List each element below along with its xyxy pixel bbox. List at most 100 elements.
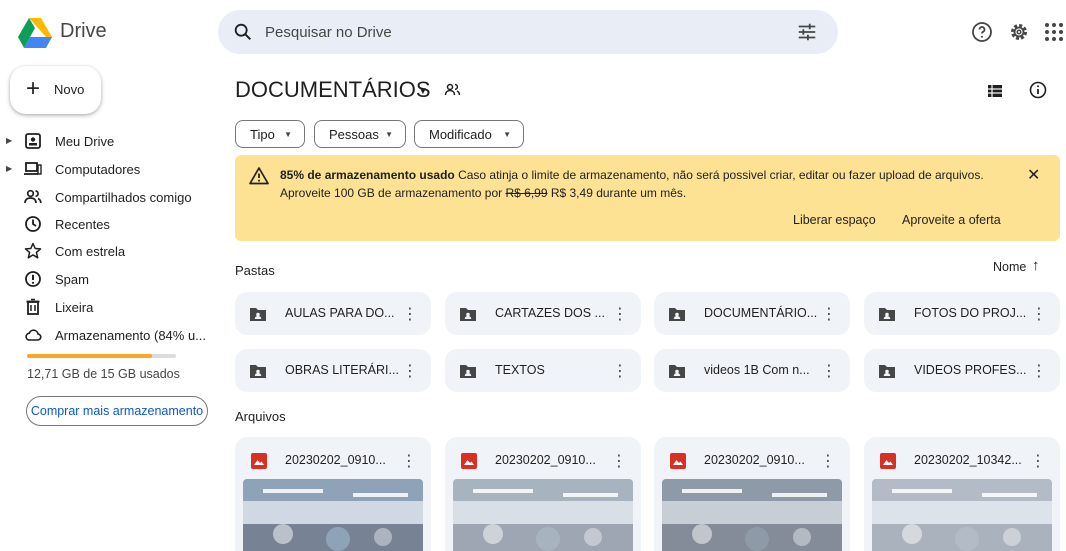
sidebar-item-recent[interactable]: Recentes bbox=[0, 211, 210, 237]
sidebar-item-trash[interactable]: Lixeira bbox=[0, 294, 210, 320]
filter-label: Tipo bbox=[250, 127, 275, 142]
my-drive-icon bbox=[25, 133, 41, 149]
folder-card[interactable]: DOCUMENTÁRIO... ⋮ bbox=[654, 292, 850, 335]
filter-type-chip[interactable]: Tipo ▼ bbox=[235, 120, 305, 148]
file-name: 20230202_0910... bbox=[495, 453, 596, 467]
more-options-icon[interactable]: ⋮ bbox=[401, 451, 417, 471]
page-title[interactable]: DOCUMENTÁRIOS bbox=[235, 77, 431, 103]
more-options-icon[interactable]: ⋮ bbox=[1031, 304, 1047, 324]
offer-price-text: R$ 3,49 durante um mês. bbox=[547, 186, 687, 200]
chevron-down-icon: ▼ bbox=[385, 130, 393, 139]
filter-modified-chip[interactable]: Modificado ▼ bbox=[414, 120, 524, 148]
search-icon[interactable] bbox=[232, 21, 254, 43]
sidebar-item-label: Computadores bbox=[55, 162, 141, 177]
more-options-icon[interactable]: ⋮ bbox=[611, 451, 627, 471]
storage-progress-bar bbox=[27, 354, 176, 358]
more-options-icon[interactable]: ⋮ bbox=[1031, 361, 1047, 381]
shared-folder-icon bbox=[460, 308, 476, 321]
sidebar-item-storage[interactable]: Armazenamento (84% u... bbox=[0, 322, 210, 348]
shared-folder-icon bbox=[669, 308, 685, 321]
help-icon[interactable] bbox=[970, 20, 994, 44]
sidebar-item-label: Recentes bbox=[55, 217, 110, 232]
spam-icon bbox=[25, 271, 41, 287]
folder-name: DOCUMENTÁRIO... bbox=[704, 306, 818, 320]
file-name: 20230202_0910... bbox=[704, 453, 805, 467]
banner-message: 85% de armazenamento usado Caso atinja o… bbox=[280, 168, 984, 182]
sidebar-item-label: Armazenamento (84% u... bbox=[55, 328, 207, 343]
files-section-label: Arquivos bbox=[235, 409, 286, 424]
shared-folder-icon[interactable] bbox=[443, 80, 463, 100]
new-button[interactable]: + Novo bbox=[10, 66, 101, 114]
shared-with-me-icon bbox=[24, 189, 42, 204]
buy-storage-button[interactable]: Comprar mais armazenamento bbox=[26, 396, 208, 426]
image-file-icon bbox=[251, 453, 267, 469]
search-input[interactable]: Pesquisar no Drive bbox=[265, 24, 392, 41]
storage-usage-text: 12,71 GB de 15 GB usados bbox=[27, 367, 180, 381]
folder-name: CARTAZES DOS ... bbox=[495, 306, 605, 320]
filter-people-chip[interactable]: Pessoas ▼ bbox=[314, 120, 406, 148]
expand-caret-icon[interactable]: ▶ bbox=[6, 164, 12, 173]
list-view-icon[interactable] bbox=[986, 82, 1004, 100]
folder-card[interactable]: videos 1B Com n... ⋮ bbox=[654, 349, 850, 392]
more-options-icon[interactable]: ⋮ bbox=[402, 304, 418, 324]
shared-folder-icon bbox=[250, 365, 266, 378]
expand-caret-icon[interactable]: ▶ bbox=[6, 136, 12, 145]
computer-icon bbox=[24, 162, 42, 175]
close-icon[interactable]: ✕ bbox=[1027, 165, 1040, 185]
drive-logo-icon[interactable] bbox=[18, 18, 52, 48]
sort-ascending-icon[interactable]: ↑ bbox=[1032, 257, 1040, 274]
sidebar-item-starred[interactable]: Com estrela bbox=[0, 238, 210, 264]
shared-folder-icon bbox=[669, 365, 685, 378]
search-options-icon[interactable] bbox=[796, 21, 818, 43]
file-card[interactable]: 20230202_10342... ⋮ bbox=[864, 437, 1060, 551]
file-card[interactable]: 20230202_0910... ⋮ bbox=[235, 437, 431, 551]
sidebar-item-my-drive[interactable]: ▶ Meu Drive bbox=[0, 128, 210, 154]
more-options-icon[interactable]: ⋮ bbox=[821, 304, 837, 324]
plus-icon: + bbox=[26, 75, 41, 102]
info-icon[interactable] bbox=[1028, 80, 1048, 100]
more-options-icon[interactable]: ⋮ bbox=[821, 361, 837, 381]
folder-card[interactable]: TEXTOS ⋮ bbox=[445, 349, 641, 392]
photo-thumbnail bbox=[243, 479, 423, 551]
filter-label: Modificado bbox=[429, 127, 492, 142]
cloud-icon bbox=[25, 329, 42, 341]
sidebar-item-spam[interactable]: Spam bbox=[0, 266, 210, 292]
photo-thumbnail bbox=[662, 479, 842, 551]
app-name[interactable]: Drive bbox=[60, 20, 107, 43]
accept-offer-button[interactable]: Aproveite a oferta bbox=[902, 213, 1001, 227]
image-file-icon bbox=[461, 453, 477, 469]
more-options-icon[interactable]: ⋮ bbox=[820, 451, 836, 471]
search-bar[interactable]: Pesquisar no Drive bbox=[218, 10, 838, 54]
folder-card[interactable]: AULAS PARA DO... ⋮ bbox=[235, 292, 431, 335]
sort-by-name-button[interactable]: Nome bbox=[993, 260, 1026, 274]
new-button-label: Novo bbox=[54, 82, 85, 97]
folder-card[interactable]: CARTAZES DOS ... ⋮ bbox=[445, 292, 641, 335]
more-options-icon[interactable]: ⋮ bbox=[612, 361, 628, 381]
folder-name: VIDEOS PROFES... bbox=[914, 363, 1027, 377]
free-space-button[interactable]: Liberar espaço bbox=[793, 213, 876, 227]
sidebar-item-computers[interactable]: ▶ Computadores bbox=[0, 156, 210, 182]
storage-progress-fill bbox=[27, 354, 153, 358]
settings-icon[interactable] bbox=[1007, 20, 1031, 44]
more-options-icon[interactable]: ⋮ bbox=[612, 304, 628, 324]
title-dropdown-icon[interactable]: ▼ bbox=[418, 86, 428, 97]
banner-text: Caso atinja o limite de armazenamento, n… bbox=[454, 168, 984, 182]
chevron-down-icon: ▼ bbox=[503, 130, 511, 139]
offer-text: Aproveite 100 GB de armazenamento por bbox=[280, 186, 506, 200]
more-options-icon[interactable]: ⋮ bbox=[402, 361, 418, 381]
more-options-icon[interactable]: ⋮ bbox=[1030, 451, 1046, 471]
clock-icon bbox=[25, 216, 41, 232]
folder-card[interactable]: FOTOS DO PROJ... ⋮ bbox=[864, 292, 1060, 335]
image-file-icon bbox=[880, 453, 896, 469]
sidebar-item-label: Meu Drive bbox=[55, 134, 115, 149]
file-card[interactable]: 20230202_0910... ⋮ bbox=[654, 437, 850, 551]
folder-card[interactable]: VIDEOS PROFES... ⋮ bbox=[864, 349, 1060, 392]
storage-warning-banner: 85% de armazenamento usado Caso atinja o… bbox=[235, 155, 1060, 241]
file-card[interactable]: 20230202_0910... ⋮ bbox=[445, 437, 641, 551]
folder-name: AULAS PARA DO... bbox=[285, 306, 395, 320]
sidebar-item-shared-with-me[interactable]: Compartilhados comigo bbox=[0, 184, 210, 210]
folder-card[interactable]: OBRAS LITERÁRI... ⋮ bbox=[235, 349, 431, 392]
apps-icon[interactable] bbox=[1042, 20, 1066, 44]
folder-name: FOTOS DO PROJ... bbox=[914, 306, 1027, 320]
shared-folder-icon bbox=[250, 308, 266, 321]
